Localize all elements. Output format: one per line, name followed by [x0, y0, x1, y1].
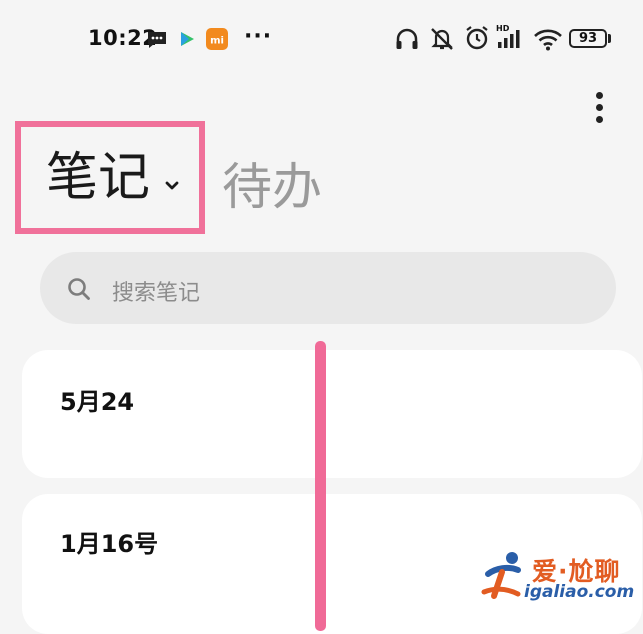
watermark-logo-icon	[481, 552, 521, 599]
play-store-icon	[181, 32, 194, 46]
more-dot	[596, 116, 603, 123]
annotation-line	[315, 341, 326, 631]
message-icon	[148, 32, 166, 48]
more-vertical-icon	[596, 92, 603, 99]
watermark-url: igaliao.com	[524, 582, 635, 602]
status-bar: 10:22 mi ··· HD 93	[0, 0, 643, 80]
svg-text:mi: mi	[210, 36, 224, 47]
cellular-signal-icon: HD	[496, 24, 526, 50]
watermark: 爱·尬聊 igaliao.com	[480, 548, 640, 608]
tab-notes[interactable]: 笔记	[46, 152, 150, 204]
battery-icon: 93	[569, 29, 607, 48]
more-notifications-indicator: ···	[244, 24, 273, 49]
search-icon	[68, 278, 90, 300]
tab-todo[interactable]: 待办	[222, 162, 322, 212]
more-options-button[interactable]	[588, 88, 612, 128]
battery-tip	[608, 34, 611, 43]
more-dot	[596, 104, 603, 111]
headphones-icon	[396, 28, 418, 49]
search-bar[interactable]: 搜索笔记	[40, 252, 616, 324]
search-input[interactable]: 搜索笔记	[112, 275, 200, 307]
wifi-icon	[534, 29, 562, 51]
mi-app-icon: mi	[206, 28, 228, 50]
note-title: 1月16号	[60, 530, 159, 558]
note-card[interactable]: 5月24	[22, 350, 642, 478]
battery-level: 93	[578, 31, 598, 46]
note-title: 5月24	[60, 388, 135, 416]
alarm-icon	[466, 26, 488, 50]
mute-bell-icon	[431, 28, 453, 50]
chevron-down-icon[interactable]	[164, 180, 180, 192]
